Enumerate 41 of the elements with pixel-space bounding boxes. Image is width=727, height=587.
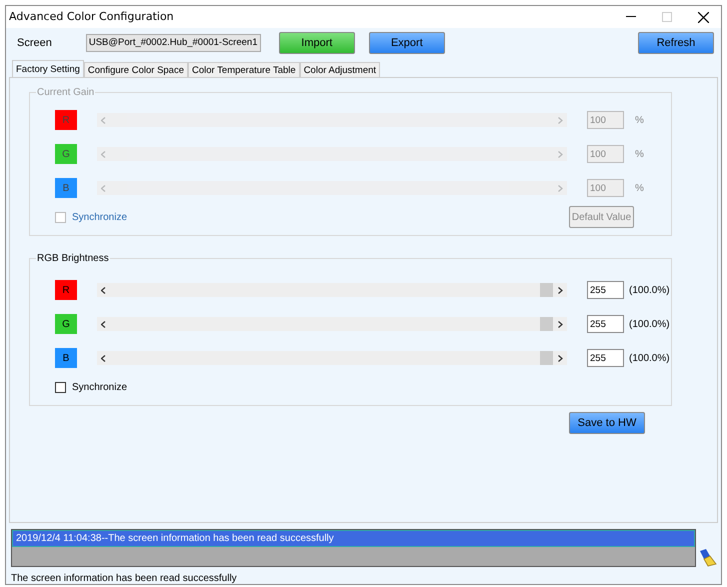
minimize-icon[interactable]: [626, 16, 636, 18]
color-swatch: R: [55, 110, 77, 130]
checkbox[interactable]: [55, 382, 66, 392]
color-swatch: G: [55, 144, 77, 164]
slider[interactable]: [97, 351, 567, 365]
maximize-icon[interactable]: [662, 12, 672, 22]
unit-label: %: [635, 114, 644, 128]
value-field[interactable]: 255: [587, 349, 624, 367]
slider-thumb[interactable]: [540, 351, 553, 365]
toolbar-button[interactable]: Import: [278, 32, 355, 54]
slider-thumb[interactable]: [540, 317, 553, 331]
close-icon[interactable]: [698, 12, 708, 22]
value-field[interactable]: 255: [587, 315, 624, 333]
slider[interactable]: [97, 283, 567, 297]
status-text: The screen information has been read successfully: [10, 573, 238, 584]
unit-label: (100.0%): [629, 284, 670, 298]
color-swatch: B: [55, 348, 77, 368]
toolbar-button[interactable]: Export: [368, 32, 445, 54]
slider[interactable]: [97, 317, 567, 331]
screen-label: Screen: [17, 36, 52, 51]
color-swatch: B: [55, 178, 77, 198]
tab[interactable]: Configure Color Space: [84, 62, 188, 77]
group-title: RGB Brightness: [36, 251, 110, 266]
broom-icon[interactable]: [698, 547, 718, 567]
unit-label: %: [635, 182, 644, 196]
value-field[interactable]: 255: [587, 281, 624, 299]
tab[interactable]: Color Adjustment: [300, 62, 380, 77]
screen-dropdown[interactable]: USB@Port_#0002.Hub_#0001-Screen1: [86, 34, 261, 52]
color-swatch: R: [55, 280, 77, 300]
checkbox-label[interactable]: Synchronize: [72, 380, 128, 394]
log-entry[interactable]: 2019/12/4 11:04:38--The screen information has been read successfully: [12, 530, 696, 547]
tab[interactable]: Color Temperature Table: [188, 62, 300, 77]
toolbar-button[interactable]: Refresh: [638, 32, 714, 54]
window-title: Advanced Color Configuration: [9, 8, 175, 25]
unit-label: (100.0%): [629, 318, 670, 332]
tab[interactable]: Factory Setting: [12, 60, 84, 77]
unit-label: %: [635, 148, 644, 162]
slider-thumb[interactable]: [540, 283, 553, 297]
color-swatch: G: [55, 314, 77, 334]
save-button[interactable]: Save to HW: [569, 412, 645, 434]
unit-label: (100.0%): [629, 352, 670, 366]
